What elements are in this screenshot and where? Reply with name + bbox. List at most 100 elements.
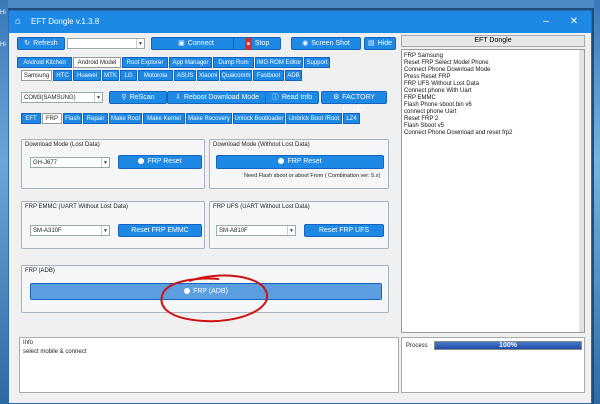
rescan-button[interactable]: ⚲ ReScan [109,91,167,104]
frp-reset-nolost-button[interactable]: FRP Reset [216,155,384,169]
home-icon: ⌂ [15,16,22,27]
user-icon [278,158,285,164]
func-tab-frp[interactable]: FRP [42,113,62,124]
frp-emmc-panel: FRP EMMC (UART Without Lost Data) SM-A31… [21,201,205,249]
port-select[interactable]: ▼ [67,38,145,49]
log-line: FRP UFS Without Lost Data [404,81,479,87]
info-title: Info [23,340,34,346]
lock-icon: ▣ [178,40,185,47]
screenshot-button[interactable]: ◉ Screen Shot [291,37,361,50]
app-window: ⌂ EFT Dongle v.1.3.8 – ✕ ↻ Refresh ▼ ▣ Con… [8,10,592,404]
factory-reset-button[interactable]: ⚙ FACTORY RESET [321,91,387,113]
process-label: Process [406,343,428,349]
stop-button[interactable]: ■ Stop [233,37,281,50]
brand-tab-htc[interactable]: HTC [53,70,72,81]
progress-text: 100% [499,342,517,349]
func-tab-repair[interactable]: Repair [83,113,108,124]
brand-tab-huawei[interactable]: Huawei [73,70,101,81]
panel-title: FRP UFS (UART Without Lost Data) [213,204,310,210]
desktop-label: Hi [0,10,6,16]
chevron-down-icon: ▼ [94,93,102,102]
frp-reset-lost-button[interactable]: FRP Reset [118,155,202,169]
brand-tab-fastboot[interactable]: Fastboot [253,70,284,81]
tab-app-manager[interactable]: App Manager [169,57,212,68]
refresh-button[interactable]: ↻ Refresh [17,37,65,50]
info-panel: Info select mobile & connect [19,337,399,393]
refresh-icon: ↻ [24,40,31,47]
brand-tab-motorola[interactable]: Motorola [138,70,173,81]
func-tab-flash[interactable]: Flash [63,113,82,124]
log-line: FRP Samsung [404,53,443,59]
panel-note: Need Flash sboot or aboot From ( Combina… [244,173,381,179]
brand-tab-lg[interactable]: LG [120,70,137,81]
tab-dump-rom[interactable]: Dump Rom [213,57,254,68]
log-line: Reset FRP Select Model Phone [404,60,489,66]
desktop-edge-right [594,0,600,404]
com-port-select[interactable]: COM3(SAMSUNG) ▼ [21,92,103,103]
reset-frp-emmc-button[interactable]: Reset FRP EMMC [118,224,202,237]
desktop-label: Hi [0,42,6,48]
log-line: Connect phone With Uart [404,88,472,94]
tab-android-kitchen[interactable]: Android Kitchen [17,57,72,68]
func-tab-make-root[interactable]: Make Root [109,113,142,124]
close-icon[interactable]: ✕ [567,15,581,29]
user-icon [138,158,145,164]
ufs-model-select[interactable]: SM-A810F ▼ [216,225,296,236]
info-icon: ⓘ [271,94,279,101]
log-line: Press Reset FRP [404,74,451,80]
tab-android-model[interactable]: Android Model [73,57,121,68]
window-title: EFT Dongle v.1.3.8 [31,17,100,26]
gear-icon: ⚙ [332,94,340,101]
func-tab-unlock-bootloader[interactable]: Unlock Bootloader [233,113,285,124]
connect-button[interactable]: ▣ Connect [151,37,241,50]
read-info-button[interactable]: ⓘ Read Info [265,91,319,104]
title-bar[interactable]: ⌂ EFT Dongle v.1.3.8 – ✕ [9,11,591,33]
info-text: select mobile & connect [23,349,87,355]
right-panel-header: EFT Dongle [401,35,585,47]
log-lines: FRP Samsung Reset FRP Select Model Phone C… [402,50,584,140]
window-icon: ▤ [367,40,375,47]
tab-root-explorer[interactable]: Root Explorer [122,57,168,68]
panel-title: FRP EMMC (UART Without Lost Data) [25,204,129,210]
progress-bar: 100% [434,341,582,350]
chevron-down-icon: ▼ [101,158,109,167]
brand-tab-mtk[interactable]: MTK [102,70,119,81]
desktop-background [0,0,600,8]
log-line: FRP EMMC [404,95,436,101]
process-panel: Process 100% [401,337,585,393]
desktop-edge-left [0,0,8,404]
tab-support[interactable]: Support [304,57,330,68]
func-tab-make-kernel[interactable]: Make Kernel [143,113,185,124]
log-scrollbar[interactable] [579,50,584,332]
camera-icon: ◉ [302,40,309,47]
reset-frp-ufs-button[interactable]: Reset FRP UFS [304,224,384,237]
tab-img-rom-editor[interactable]: IMG ROM Editor [255,57,303,68]
emmc-model-select[interactable]: SM-A310F ▼ [30,225,110,236]
func-tab-unbrick-boot-root[interactable]: Unbrick Boot /Root [286,113,342,124]
log-line: connect phone Uart [404,109,457,115]
func-tab-eft[interactable]: EFT [21,113,41,124]
reboot-download-button[interactable]: ⇩ Reboot Download Mode [167,91,267,104]
annotation-circle [160,274,269,323]
panel-title: FRP (ADB) [25,268,55,274]
brand-tab-qualcomm[interactable]: Qualcomm [220,70,252,81]
func-tab-lz4[interactable]: LZ4 [343,113,360,124]
chevron-down-icon: ▼ [101,226,109,235]
func-tab-make-recovery[interactable]: Make Recovery [186,113,232,124]
brand-tab-adb[interactable]: ADB [285,70,302,81]
search-icon: ⚲ [121,94,127,101]
log-line: Flash Phone sboot.bin v6 [404,102,472,108]
model-select[interactable]: GH-J677 ▼ [30,157,110,168]
brand-tab-asus[interactable]: ASUS [174,70,196,81]
log-line: Connect Phone Download and reset frp2 [404,130,513,136]
brand-tab-samsung[interactable]: Samsung [21,70,52,81]
minimize-icon[interactable]: – [539,15,553,29]
hide-button[interactable]: ▤ Hide [364,37,396,50]
log-line: Reset FRP 2 [404,116,439,122]
stop-icon: ■ [244,38,252,50]
brand-tab-xiaomi[interactable]: Xiaomi [197,70,219,81]
log-line: Connect Phone Download Mode [404,67,491,73]
panel-title: Download Mode (Without Lost Data) [213,142,310,148]
download-nolost-panel: Download Mode (Without Lost Data) FRP Re… [209,139,389,189]
log-box[interactable]: FRP Samsung Reset FRP Select Model Phone C… [401,49,585,333]
